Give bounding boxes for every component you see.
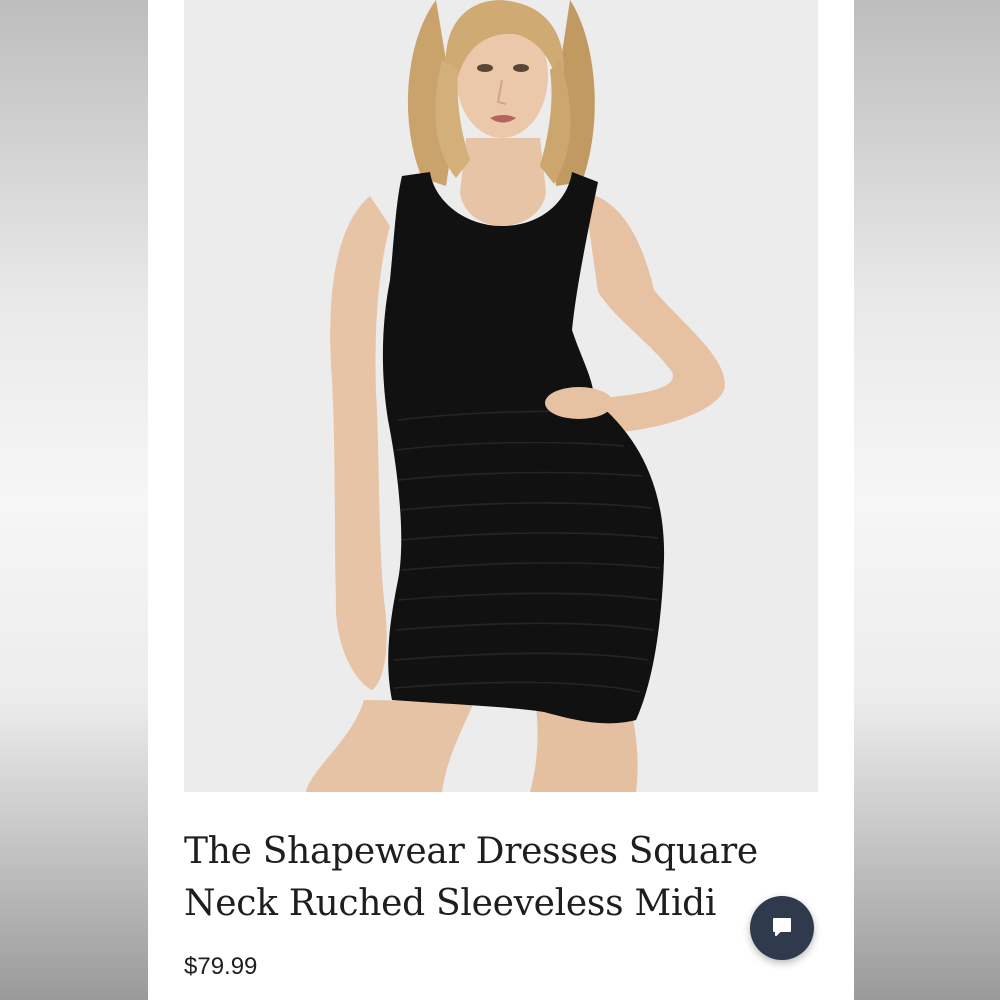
product-photo-illustration	[184, 0, 818, 792]
product-price: $79.99	[184, 953, 258, 980]
product-image[interactable]	[184, 0, 818, 792]
chat-button[interactable]	[750, 896, 814, 960]
product-page: The Shapewear Dresses Square Neck Ruched…	[148, 0, 854, 1000]
screenshot-frame: The Shapewear Dresses Square Neck Ruched…	[0, 0, 1000, 1000]
blurred-background-right	[854, 0, 1000, 1000]
chat-bubble-icon	[771, 916, 793, 941]
blurred-background-left	[0, 0, 148, 1000]
product-title: The Shapewear Dresses Square Neck Ruched…	[184, 831, 758, 924]
